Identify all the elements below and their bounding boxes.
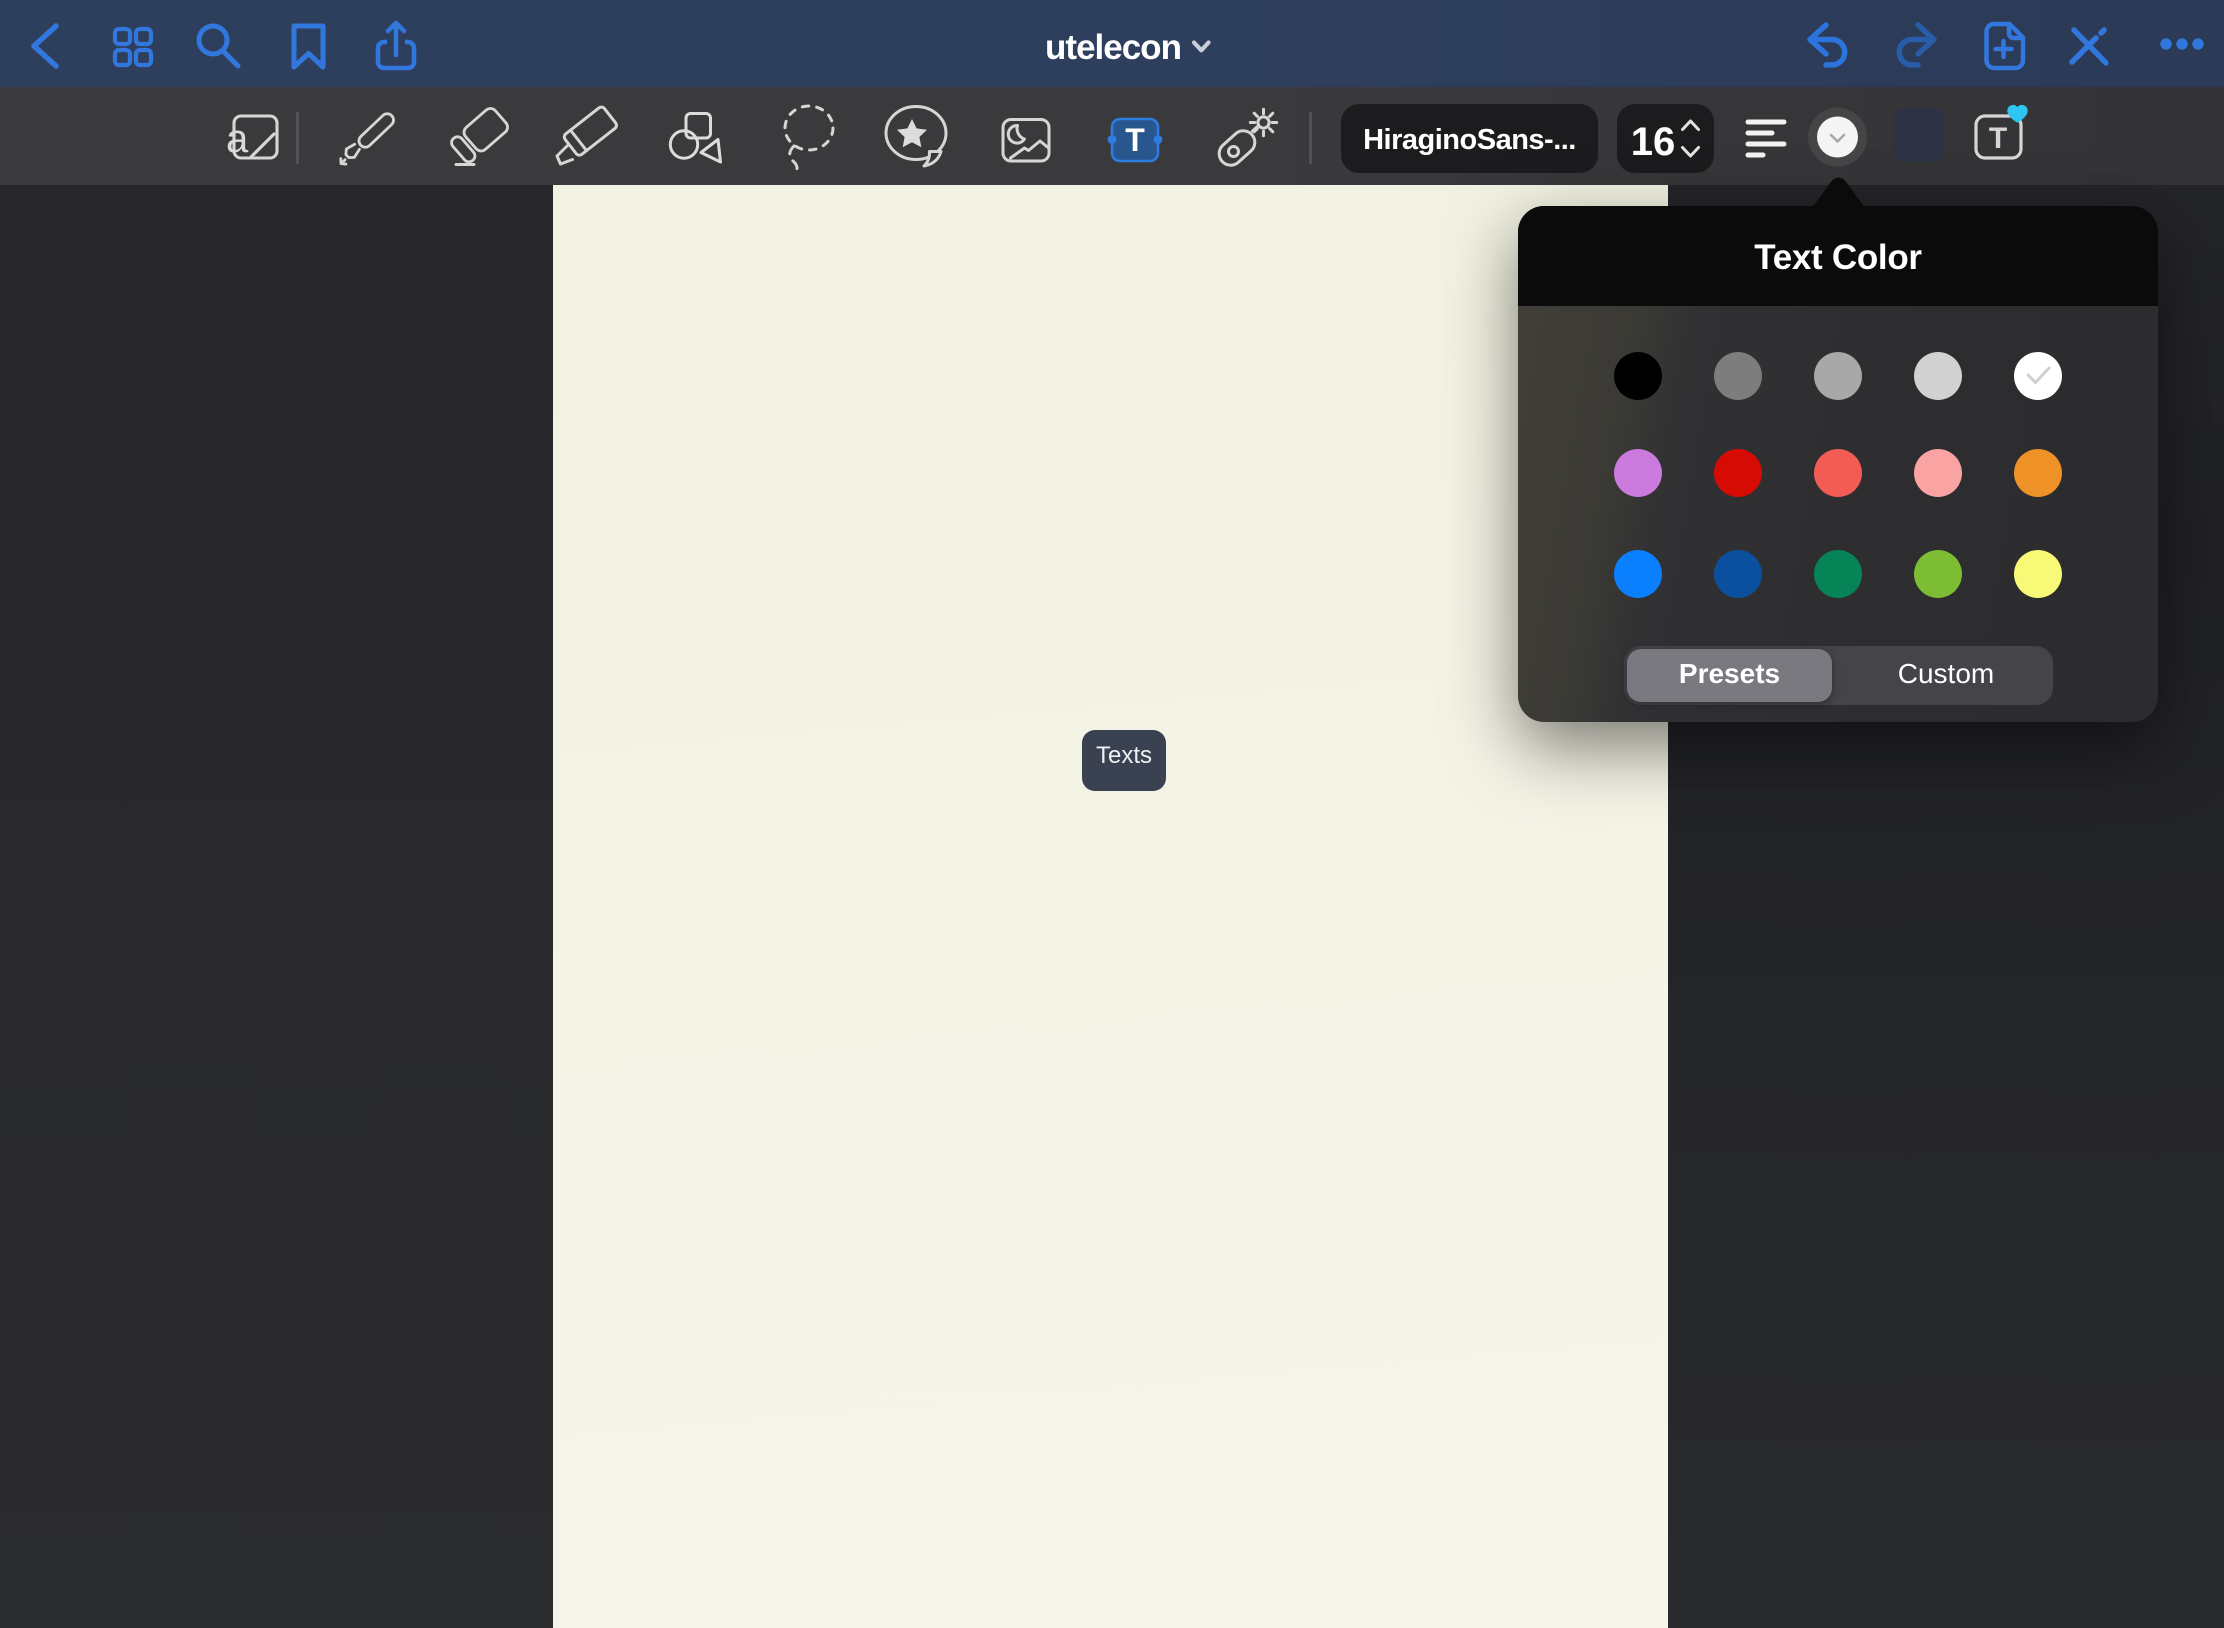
svg-text:T: T bbox=[1125, 122, 1145, 158]
svg-text:a: a bbox=[226, 117, 249, 161]
svg-text:T: T bbox=[1989, 122, 2007, 155]
